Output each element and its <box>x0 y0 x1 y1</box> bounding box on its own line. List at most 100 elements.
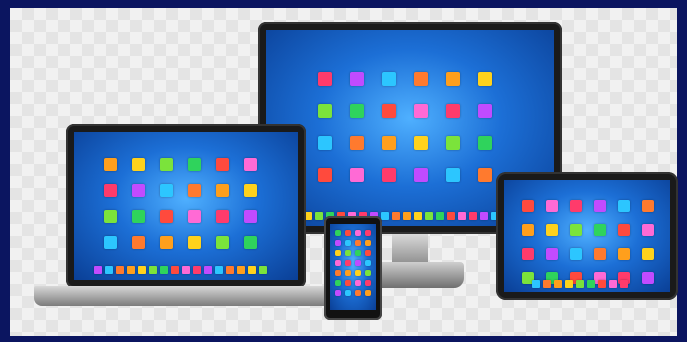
app-icon <box>132 184 145 197</box>
app-icon <box>365 240 371 246</box>
app-icon <box>642 272 654 284</box>
app-icon <box>458 212 466 220</box>
app-icon <box>350 136 364 150</box>
app-icon <box>318 168 332 182</box>
app-icon <box>382 168 396 182</box>
app-icon <box>414 72 428 86</box>
app-icon <box>244 236 257 249</box>
app-icon <box>355 240 361 246</box>
app-icon <box>570 248 582 260</box>
app-icon <box>335 290 341 296</box>
app-icon <box>318 104 332 118</box>
app-icon <box>127 266 135 274</box>
app-icon <box>318 72 332 86</box>
app-icon <box>594 224 606 236</box>
phone-app-grid <box>335 230 371 296</box>
app-icon <box>335 240 341 246</box>
app-icon <box>345 270 351 276</box>
app-icon <box>594 200 606 212</box>
app-icon <box>335 270 341 276</box>
app-icon <box>414 212 422 220</box>
app-icon <box>425 212 433 220</box>
app-icon <box>216 158 229 171</box>
app-icon <box>382 72 396 86</box>
app-icon <box>522 248 534 260</box>
app-icon <box>345 290 351 296</box>
app-icon <box>160 158 173 171</box>
app-icon <box>355 260 361 266</box>
app-icon <box>565 280 573 288</box>
app-icon <box>620 280 628 288</box>
app-icon <box>318 136 332 150</box>
app-icon <box>355 280 361 286</box>
app-icon <box>104 184 117 197</box>
app-icon <box>382 136 396 150</box>
app-icon <box>188 210 201 223</box>
app-icon <box>345 240 351 246</box>
app-icon <box>216 210 229 223</box>
tablet-dock <box>532 280 628 288</box>
app-icon <box>522 224 534 236</box>
app-icon <box>543 280 551 288</box>
laptop-app-grid <box>104 158 257 249</box>
app-icon <box>576 280 584 288</box>
app-icon <box>546 248 558 260</box>
app-icon <box>132 210 145 223</box>
monitor-app-grid <box>318 72 492 182</box>
app-icon <box>335 260 341 266</box>
app-icon <box>182 266 190 274</box>
app-icon <box>446 72 460 86</box>
app-icon <box>105 266 113 274</box>
app-icon <box>216 236 229 249</box>
app-icon <box>345 250 351 256</box>
app-icon <box>594 248 606 260</box>
app-icon <box>546 200 558 212</box>
app-icon <box>345 230 351 236</box>
app-icon <box>447 212 455 220</box>
app-icon <box>104 236 117 249</box>
app-icon <box>414 104 428 118</box>
app-icon <box>116 266 124 274</box>
app-icon <box>365 290 371 296</box>
app-icon <box>350 168 364 182</box>
app-icon <box>149 266 157 274</box>
app-icon <box>104 210 117 223</box>
app-icon <box>244 210 257 223</box>
app-icon <box>570 224 582 236</box>
app-icon <box>554 280 562 288</box>
app-icon <box>478 136 492 150</box>
app-icon <box>216 184 229 197</box>
app-icon <box>570 200 582 212</box>
app-icon <box>188 158 201 171</box>
app-icon <box>532 280 540 288</box>
app-icon <box>403 212 411 220</box>
app-icon <box>160 210 173 223</box>
app-icon <box>335 230 341 236</box>
app-icon <box>609 280 617 288</box>
app-icon <box>642 248 654 260</box>
app-icon <box>478 72 492 86</box>
app-icon <box>469 212 477 220</box>
app-icon <box>193 266 201 274</box>
app-icon <box>104 158 117 171</box>
app-icon <box>642 224 654 236</box>
app-icon <box>365 230 371 236</box>
app-icon <box>446 168 460 182</box>
app-icon <box>480 212 488 220</box>
app-icon <box>315 212 323 220</box>
app-icon <box>345 280 351 286</box>
app-icon <box>546 224 558 236</box>
app-icon <box>138 266 146 274</box>
app-icon <box>350 72 364 86</box>
app-icon <box>414 136 428 150</box>
laptop-dock <box>94 266 267 274</box>
app-icon <box>355 290 361 296</box>
app-icon <box>478 168 492 182</box>
app-icon <box>392 212 400 220</box>
app-icon <box>355 230 361 236</box>
app-icon <box>642 200 654 212</box>
app-icon <box>522 200 534 212</box>
app-icon <box>365 260 371 266</box>
monitor-stand-neck <box>392 234 428 264</box>
app-icon <box>350 104 364 118</box>
